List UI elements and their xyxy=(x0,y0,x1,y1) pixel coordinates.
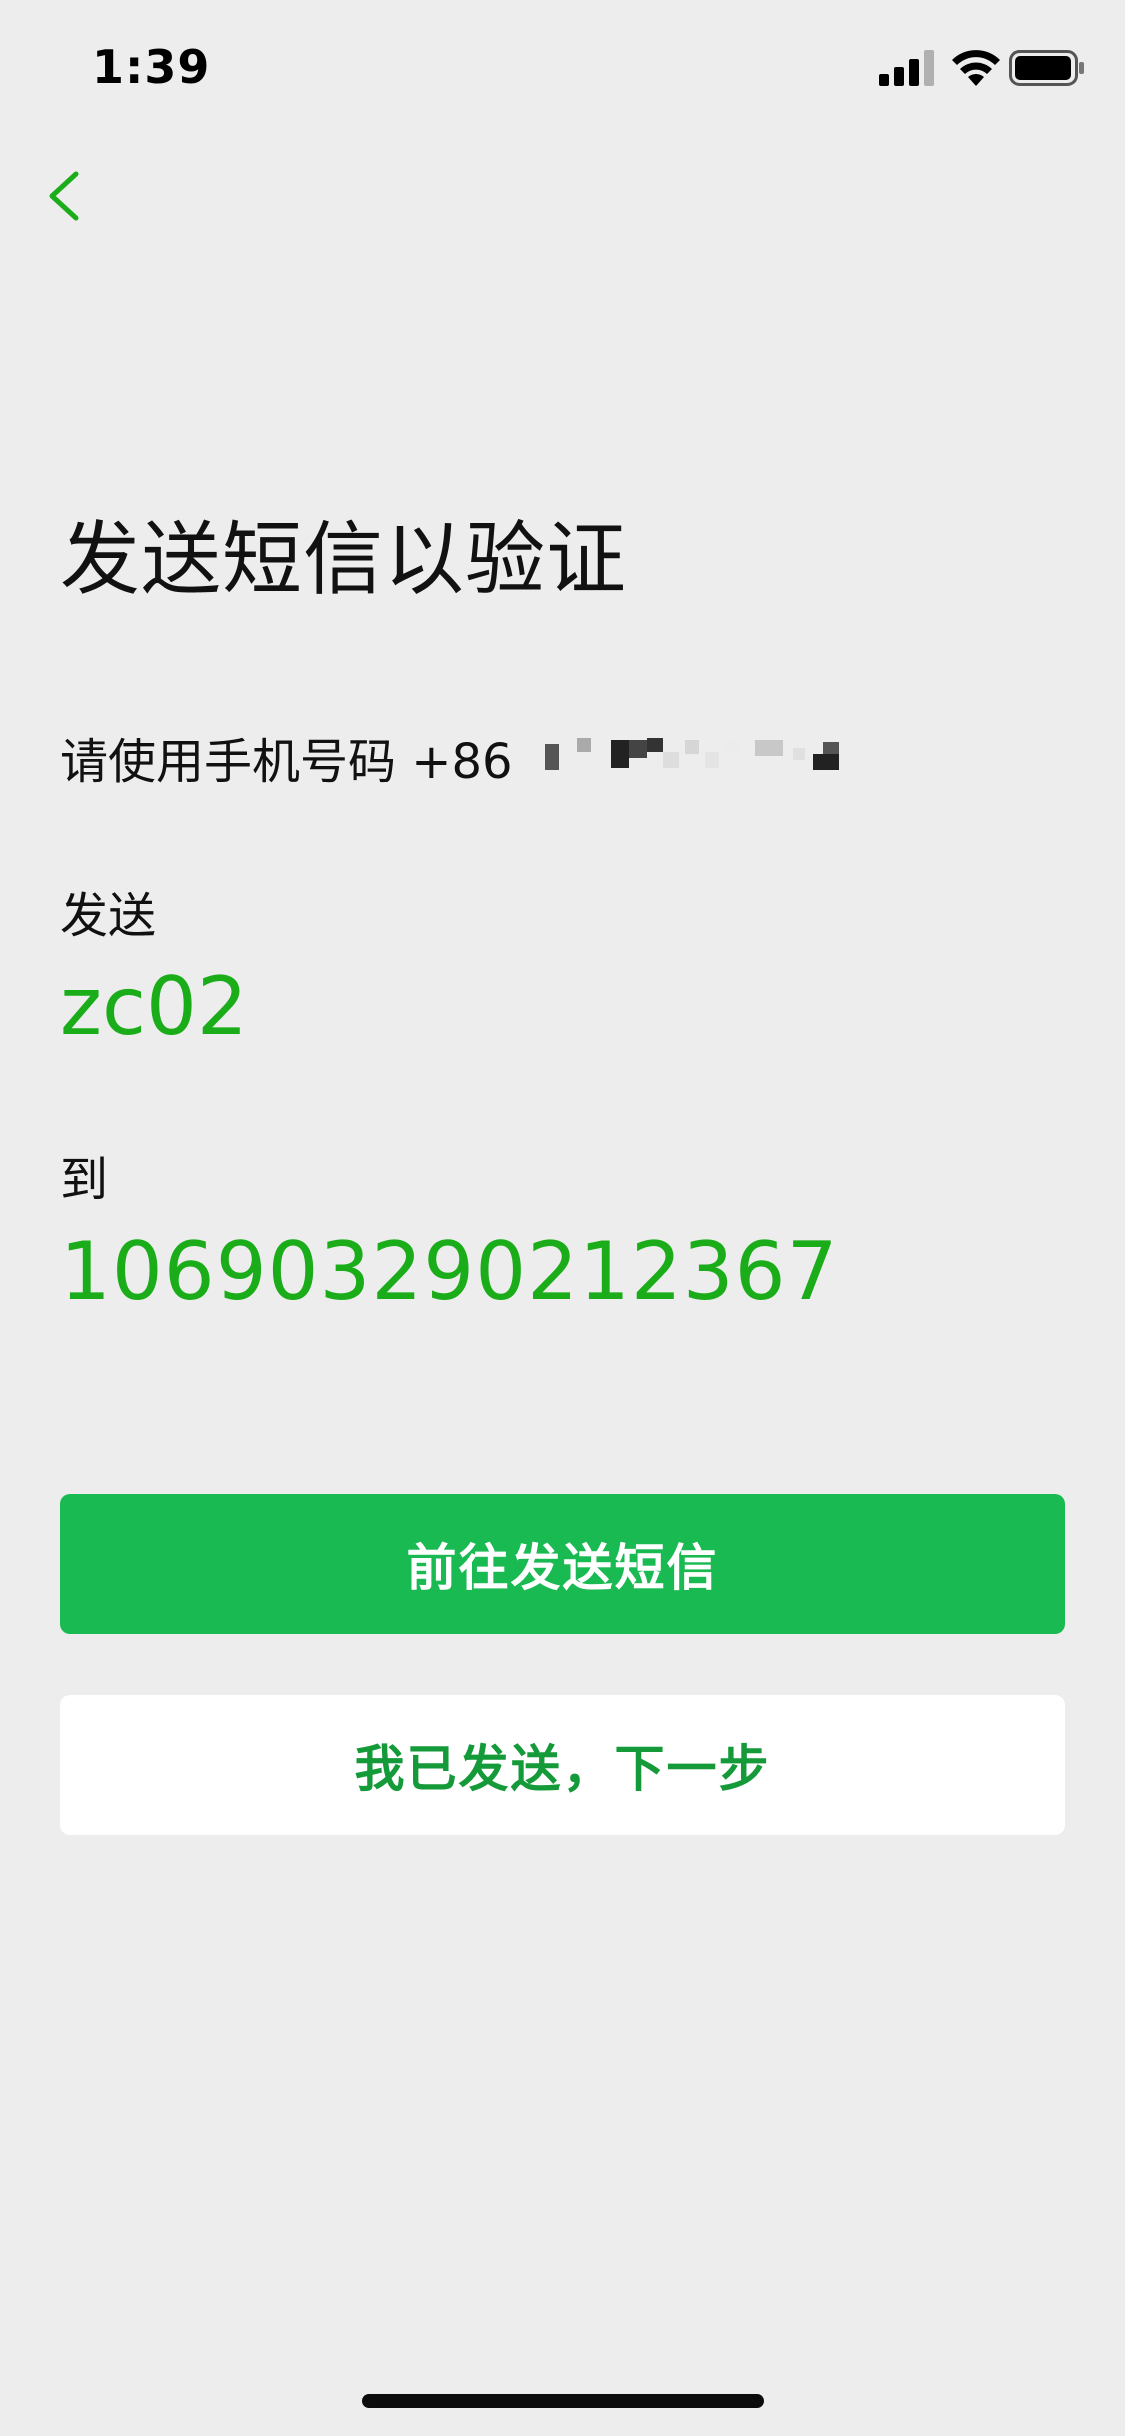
status-time: 1:39 xyxy=(92,40,211,94)
instruction-text: 请使用手机号码 +86 xyxy=(60,734,513,790)
chevron-left-icon xyxy=(49,171,79,221)
go-send-sms-button[interactable]: 前往发送短信 xyxy=(60,1494,1065,1634)
back-button[interactable] xyxy=(42,164,98,228)
signal-icon xyxy=(879,50,934,86)
sent-next-step-button[interactable]: 我已发送，下一步 xyxy=(60,1695,1065,1835)
to-label: 到 xyxy=(60,1152,109,1208)
sms-recipient-number: 106903290212367 xyxy=(60,1225,839,1318)
home-indicator xyxy=(362,2394,764,2408)
send-label: 发送 xyxy=(60,888,157,944)
masked-phone-number xyxy=(545,738,839,770)
sms-content: zc02 xyxy=(60,960,248,1053)
status-bar: 1:39 xyxy=(0,0,1125,132)
battery-icon xyxy=(1009,50,1084,86)
wifi-icon xyxy=(952,50,1000,86)
page-title: 发送短信以验证 xyxy=(60,513,627,606)
